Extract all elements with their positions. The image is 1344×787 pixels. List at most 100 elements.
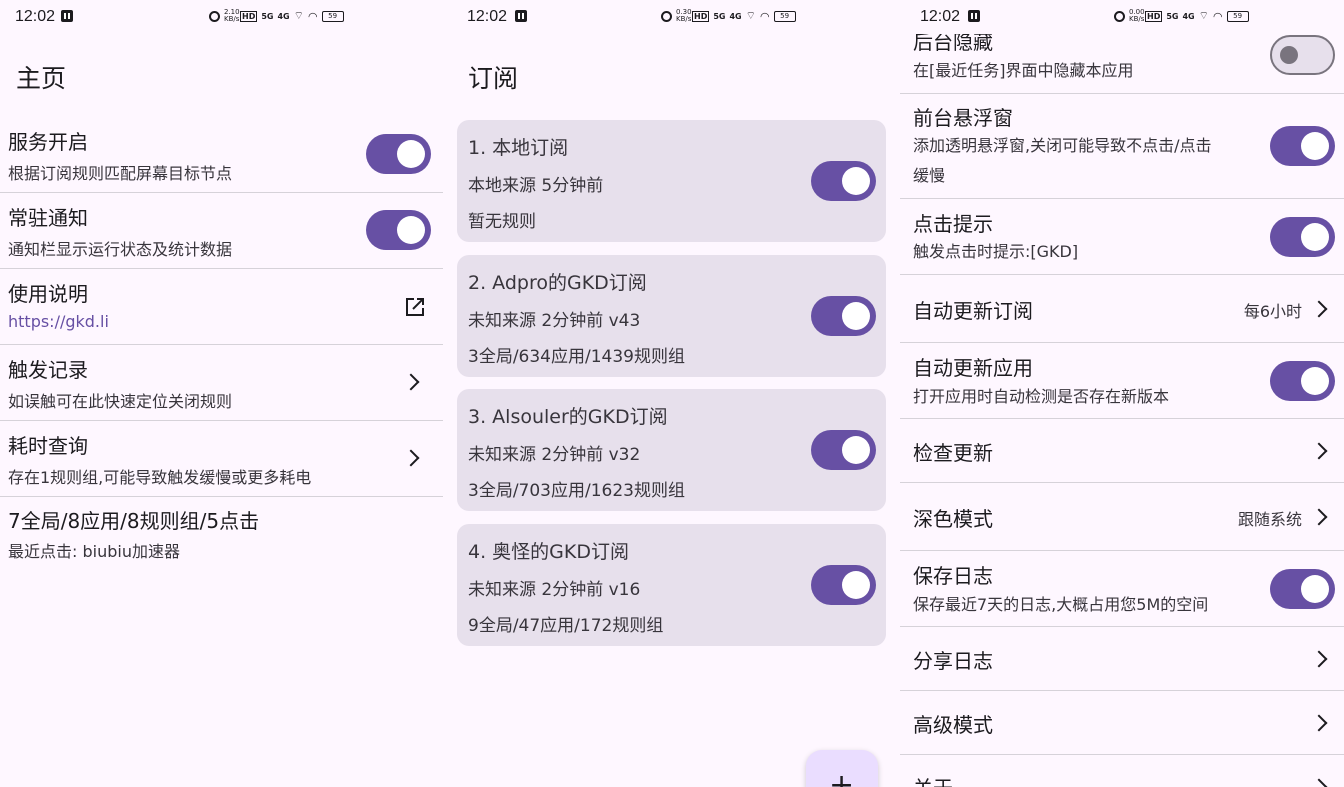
app-notification-icon bbox=[515, 10, 527, 22]
switch-knob bbox=[397, 216, 425, 244]
app-notification-icon bbox=[968, 10, 980, 22]
subscription-switch[interactable] bbox=[811, 565, 876, 605]
notification-toggle-row[interactable]: 常驻通知 通知栏显示运行状态及统计数据 bbox=[0, 193, 443, 269]
row-title: 耗时查询 bbox=[8, 434, 88, 458]
row-subtitle: 在[最近任务]界面中隐藏本应用 bbox=[913, 61, 1134, 80]
auto-update-app-switch[interactable] bbox=[1270, 361, 1335, 401]
row-title: 自动更新订阅 bbox=[913, 299, 1033, 323]
save-log-row[interactable]: 保存日志 保存最近7天的日志,大概占用您5M的空间 bbox=[900, 551, 1344, 627]
status-bar: 12:02 2.10 KB/s HD 5G 4G ⌔ ◠ 59 bbox=[0, 0, 443, 34]
battery-icon: 59 bbox=[321, 10, 344, 22]
row-subtitle-cont: 缓慢 bbox=[913, 166, 946, 185]
hd-icon: HD bbox=[1145, 10, 1163, 22]
row-subtitle: 触发点击时提示:[GKD] bbox=[913, 242, 1079, 261]
check-update-row[interactable]: 检查更新 bbox=[900, 419, 1344, 483]
floating-window-row[interactable]: 前台悬浮窗 添加透明悬浮窗,关闭可能导致不点击/点击 缓慢 bbox=[900, 94, 1344, 199]
subscription-meta: 未知来源 2分钟前 v43 bbox=[468, 311, 641, 331]
alarm-icon bbox=[661, 10, 672, 22]
wifi-icon: ◠ bbox=[759, 9, 770, 23]
row-subtitle: 通知栏显示运行状态及统计数据 bbox=[8, 240, 233, 259]
status-icons: 0.00 KB/s HD 5G 4G ⌔ ◠ 59 bbox=[1114, 9, 1249, 23]
signal-4g-icon: 4G bbox=[729, 11, 742, 21]
subscription-rules: 9全局/47应用/172规则组 bbox=[468, 616, 664, 636]
row-subtitle: 存在1规则组,可能导致触发缓慢或更多耗电 bbox=[8, 468, 312, 487]
subscription-switch[interactable] bbox=[811, 296, 876, 336]
usage-guide-row[interactable]: 使用说明 https://gkd.li bbox=[0, 269, 443, 345]
chevron-right-icon bbox=[1310, 714, 1328, 732]
wifi-icon: ◠ bbox=[307, 9, 318, 23]
chevron-right-icon bbox=[402, 373, 420, 391]
alarm-icon bbox=[209, 10, 220, 22]
subscription-switch[interactable] bbox=[811, 430, 876, 470]
row-subtitle: 打开应用时自动检测是否存在新版本 bbox=[913, 387, 1170, 406]
chevron-right-icon bbox=[1310, 300, 1328, 318]
hide-background-row[interactable]: 后台隐藏 在[最近任务]界面中隐藏本应用 bbox=[900, 24, 1344, 94]
subscription-title: 2. Adpro的GKD订阅 bbox=[468, 272, 647, 294]
subscription-meta: 未知来源 2分钟前 v16 bbox=[468, 580, 641, 600]
hide-background-switch[interactable] bbox=[1270, 35, 1335, 75]
stats-row: 7全局/8应用/8规则组/5点击 最近点击: biubiu加速器 bbox=[0, 497, 443, 567]
page-title: 主页 bbox=[16, 64, 67, 93]
row-title: 检查更新 bbox=[913, 441, 993, 465]
row-title: 分享日志 bbox=[913, 649, 993, 673]
subscriptions-screen: 12:02 0.30 KB/s HD 5G 4G ⌔ ◠ 59 订阅 1. 本地… bbox=[443, 0, 900, 787]
page-title: 订阅 bbox=[468, 64, 519, 93]
subscription-card[interactable]: 4. 奥怪的GKD订阅 未知来源 2分钟前 v16 9全局/47应用/172规则… bbox=[457, 524, 886, 646]
chevron-right-icon bbox=[1310, 778, 1328, 787]
row-subtitle: 添加透明悬浮窗,关闭可能导致不点击/点击 bbox=[913, 136, 1212, 155]
switch-knob bbox=[842, 571, 870, 599]
signal-5g-icon: 5G bbox=[713, 11, 726, 21]
status-bar: 12:02 0.30 KB/s HD 5G 4G ⌔ ◠ 59 bbox=[443, 0, 900, 34]
row-title: 高级模式 bbox=[913, 713, 993, 737]
row-title: 深色模式 bbox=[913, 507, 993, 531]
notification-switch[interactable] bbox=[366, 210, 431, 250]
row-title: 使用说明 bbox=[8, 282, 88, 306]
status-icons: 2.10 KB/s HD 5G 4G ⌔ ◠ 59 bbox=[209, 9, 344, 23]
auto-update-subs-row[interactable]: 自动更新订阅 每6小时 bbox=[900, 275, 1344, 343]
status-icons: 0.30 KB/s HD 5G 4G ⌔ ◠ 59 bbox=[661, 9, 796, 23]
dark-mode-row[interactable]: 深色模式 跟随系统 bbox=[900, 483, 1344, 551]
chevron-right-icon bbox=[1310, 508, 1328, 526]
signal-5g-icon: 5G bbox=[261, 11, 274, 21]
switch-knob bbox=[397, 140, 425, 168]
switch-knob bbox=[1301, 223, 1329, 251]
subscription-card[interactable]: 3. Alsouler的GKD订阅 未知来源 2分钟前 v32 3全局/703应… bbox=[457, 389, 886, 511]
floating-window-switch[interactable] bbox=[1270, 126, 1335, 166]
chevron-right-icon bbox=[1310, 442, 1328, 460]
subscription-switch[interactable] bbox=[811, 161, 876, 201]
wifi-icon: ⌔ bbox=[745, 9, 756, 22]
click-tip-row[interactable]: 点击提示 触发点击时提示:[GKD] bbox=[900, 199, 1344, 275]
subscription-card[interactable]: 1. 本地订阅 本地来源 5分钟前 暂无规则 bbox=[457, 120, 886, 242]
row-title: 触发记录 bbox=[8, 358, 88, 382]
row-title: 保存日志 bbox=[913, 564, 993, 588]
switch-knob bbox=[842, 167, 870, 195]
hd-icon: HD bbox=[240, 10, 258, 22]
open-external-icon[interactable] bbox=[403, 295, 427, 319]
subscription-rules: 暂无规则 bbox=[468, 212, 536, 232]
home-screen: 12:02 2.10 KB/s HD 5G 4G ⌔ ◠ 59 主页 服务开启 … bbox=[0, 0, 443, 787]
trigger-log-row[interactable]: 触发记录 如误触可在此快速定位关闭规则 bbox=[0, 345, 443, 421]
signal-4g-icon: 4G bbox=[1182, 11, 1195, 21]
subscription-card[interactable]: 2. Adpro的GKD订阅 未知来源 2分钟前 v43 3全局/634应用/1… bbox=[457, 255, 886, 377]
auto-update-app-row[interactable]: 自动更新应用 打开应用时自动检测是否存在新版本 bbox=[900, 343, 1344, 419]
about-row[interactable]: 关于 bbox=[900, 755, 1344, 787]
time-query-row[interactable]: 耗时查询 存在1规则组,可能导致触发缓慢或更多耗电 bbox=[0, 421, 443, 497]
switch-knob bbox=[1280, 46, 1298, 64]
update-interval-value: 每6小时 bbox=[1243, 302, 1302, 321]
save-log-switch[interactable] bbox=[1270, 569, 1335, 609]
status-time: 12:02 bbox=[467, 8, 508, 25]
service-toggle-row[interactable]: 服务开启 根据订阅规则匹配屏幕目标节点 bbox=[0, 117, 443, 193]
row-title: 点击提示 bbox=[913, 212, 993, 236]
service-switch[interactable] bbox=[366, 134, 431, 174]
guide-link[interactable]: https://gkd.li bbox=[8, 312, 109, 331]
add-subscription-button[interactable]: + bbox=[806, 750, 878, 787]
click-tip-switch[interactable] bbox=[1270, 217, 1335, 257]
share-log-row[interactable]: 分享日志 bbox=[900, 627, 1344, 691]
row-subtitle: 根据订阅规则匹配屏幕目标节点 bbox=[8, 164, 233, 183]
subscription-meta: 未知来源 2分钟前 v32 bbox=[468, 445, 641, 465]
row-title: 服务开启 bbox=[8, 130, 88, 154]
subscription-rules: 3全局/703应用/1623规则组 bbox=[468, 481, 685, 501]
advanced-mode-row[interactable]: 高级模式 bbox=[900, 691, 1344, 755]
wifi-icon: ⌔ bbox=[293, 9, 304, 22]
network-speed: 2.10 KB/s bbox=[224, 8, 240, 23]
